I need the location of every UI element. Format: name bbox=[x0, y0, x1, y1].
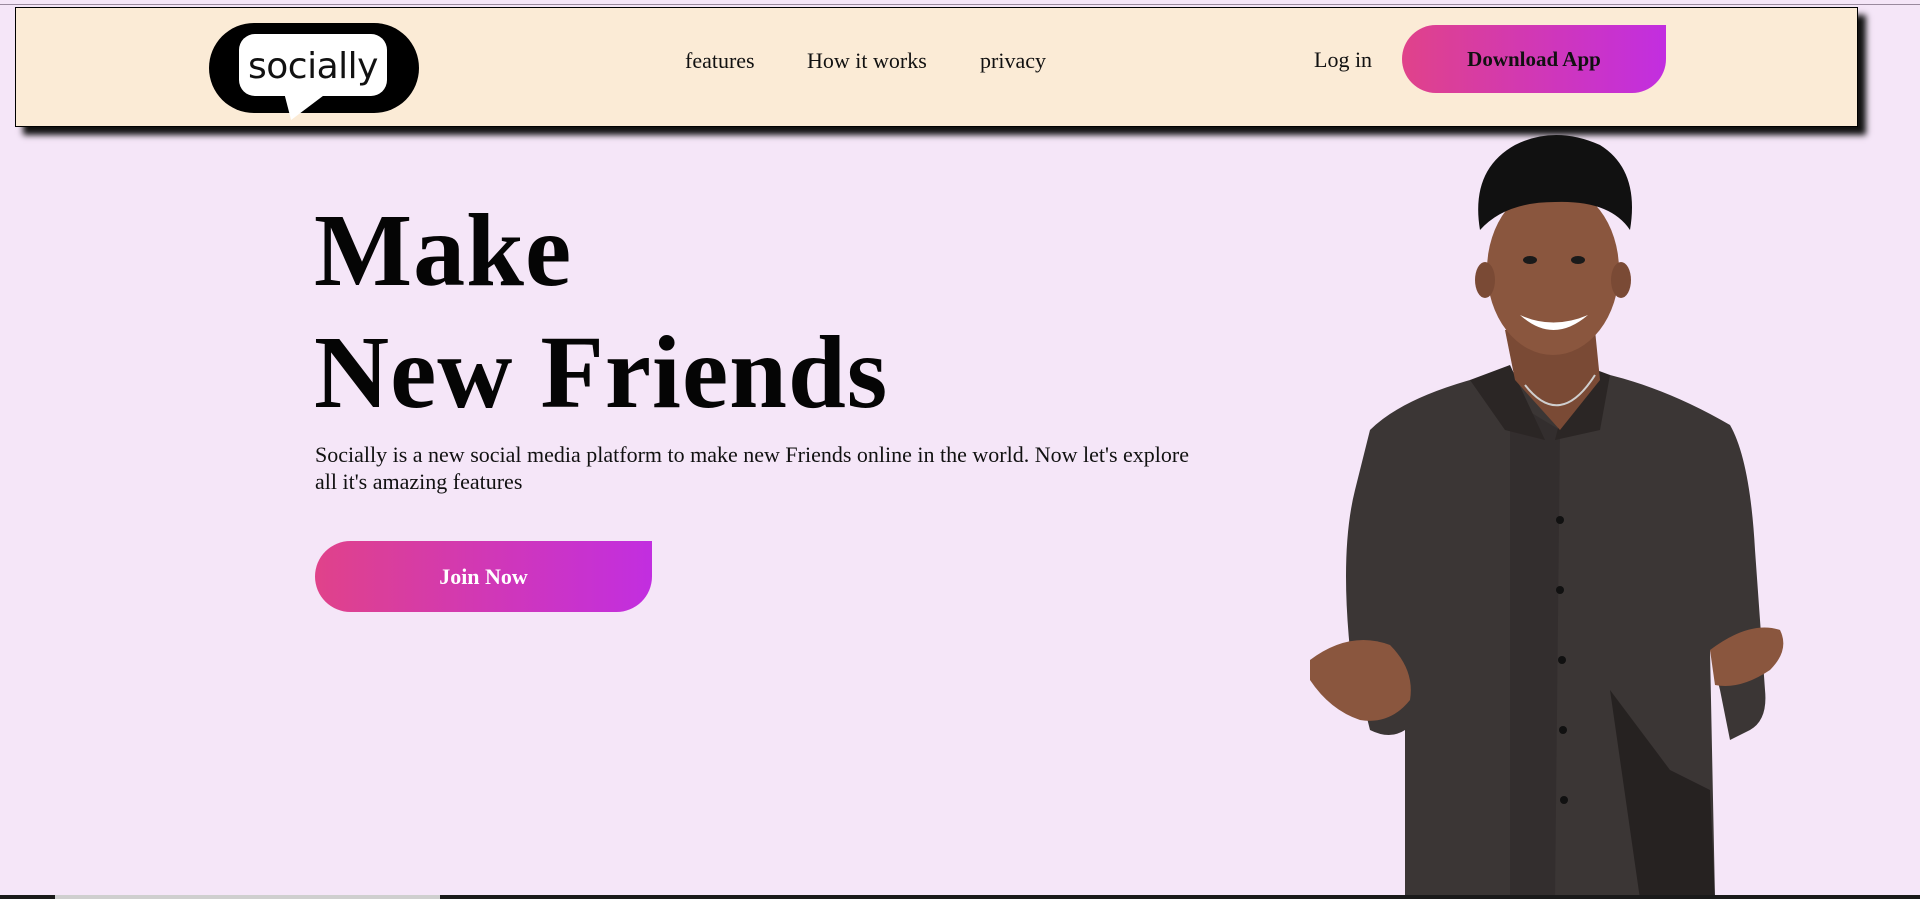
navbar: socially features How it works privacy L… bbox=[15, 7, 1858, 127]
socially-logo[interactable]: socially bbox=[209, 23, 419, 120]
nav-link-features[interactable]: features bbox=[685, 48, 755, 74]
hero-title: Make New Friends bbox=[314, 190, 888, 434]
hero-title-line-1: Make bbox=[314, 193, 573, 308]
login-link[interactable]: Log in bbox=[1314, 47, 1372, 73]
window-top-edge bbox=[0, 0, 1920, 5]
speech-bubble-icon: socially bbox=[239, 34, 387, 120]
nav-link-privacy[interactable]: privacy bbox=[980, 48, 1046, 74]
nav-link-how-it-works[interactable]: How it works bbox=[807, 48, 927, 74]
speech-bubble-tail bbox=[277, 96, 323, 120]
download-app-button[interactable]: Download App bbox=[1402, 25, 1666, 93]
hero-title-line-2: New Friends bbox=[314, 315, 889, 430]
join-now-button[interactable]: Join Now bbox=[315, 541, 652, 612]
window-bottom-bar bbox=[0, 895, 1920, 899]
landing-page: socially features How it works privacy L… bbox=[0, 0, 1920, 899]
hero-person-image bbox=[1310, 135, 1784, 899]
hero-description: Socially is a new social media platform … bbox=[315, 442, 1189, 494]
logo-text: socially bbox=[248, 46, 378, 87]
scrollbar-thumb[interactable] bbox=[55, 895, 440, 899]
